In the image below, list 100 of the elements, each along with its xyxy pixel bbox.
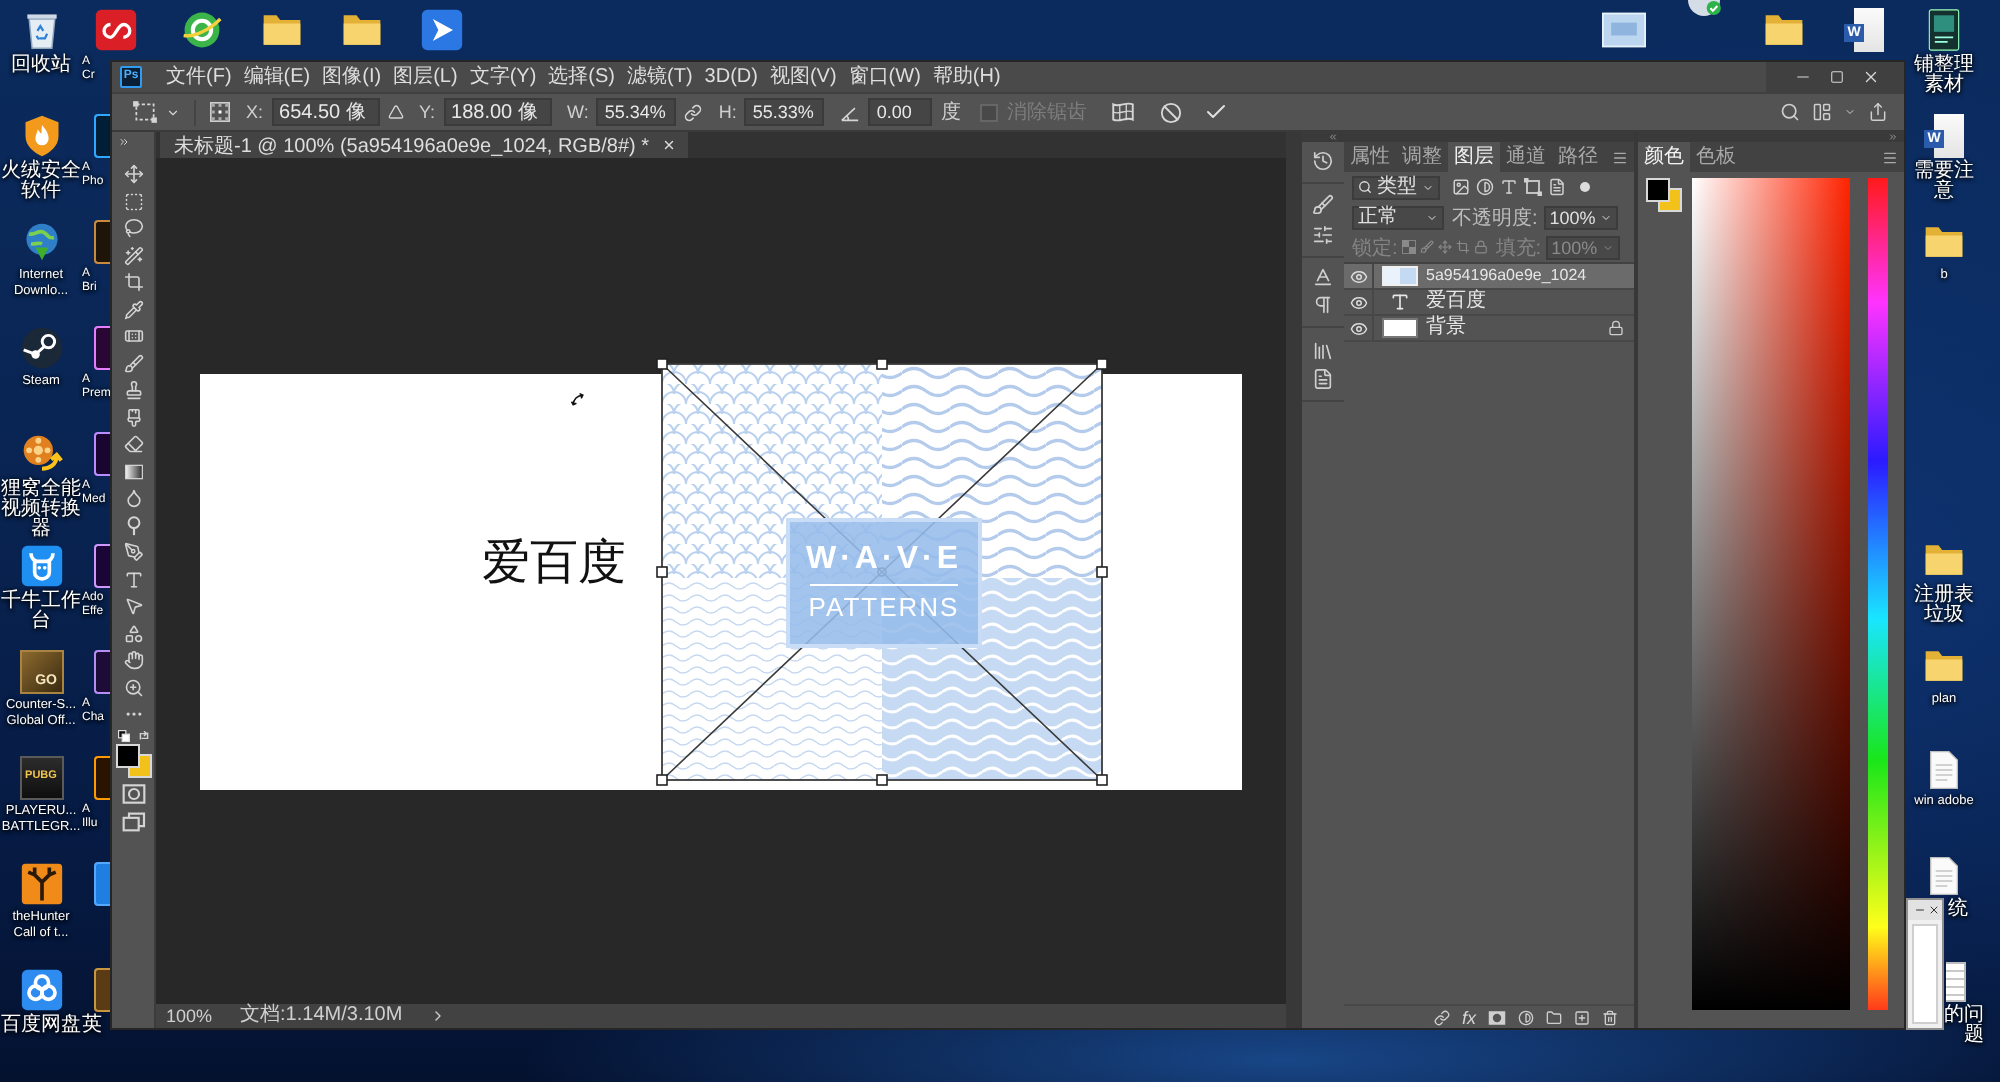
pipette-icon[interactable]: [123, 299, 143, 319]
zoom-in-icon[interactable]: [123, 677, 143, 697]
layer-row[interactable]: 背景: [1344, 316, 1634, 342]
library-icon[interactable]: [1312, 340, 1334, 362]
film-reel-icon[interactable]: [19, 432, 63, 476]
app-tile-icon[interactable]: [94, 326, 110, 370]
size-field[interactable]: 55.34%: [596, 98, 677, 126]
cancel-icon[interactable]: [1160, 101, 1183, 123]
lasso-icon[interactable]: [123, 218, 143, 238]
menu-icon[interactable]: [1612, 149, 1628, 165]
app-tile-icon[interactable]: [94, 432, 110, 476]
app-tile-icon[interactable]: [94, 862, 110, 906]
shortcut-label[interactable]: 统: [1948, 900, 1968, 920]
check-badge-icon[interactable]: [1682, 0, 1726, 16]
menu-item[interactable]: 帮助(H): [926, 62, 1007, 92]
panel-tab[interactable]: 属性: [1344, 142, 1396, 172]
panel-tab[interactable]: 通道: [1500, 142, 1552, 172]
hand-icon[interactable]: [123, 650, 143, 670]
mask-icon[interactable]: [1488, 1009, 1506, 1025]
menu-item[interactable]: 视图(V): [763, 62, 843, 92]
color-swatches-icon[interactable]: [115, 744, 151, 778]
brush-icon[interactable]: [123, 353, 143, 373]
stamp-icon[interactable]: [123, 380, 143, 400]
position-field[interactable]: 654.50 像: [271, 98, 380, 126]
pilcrow-icon[interactable]: [1312, 294, 1334, 316]
eye-icon[interactable]: [1349, 319, 1367, 337]
app-tile-icon[interactable]: [94, 756, 110, 800]
shortcut-label[interactable]: 百度网盘: [1, 1016, 81, 1036]
shapes-icon[interactable]: [123, 623, 143, 643]
menu-item[interactable]: 3D(D): [698, 62, 764, 92]
checkerboard-icon[interactable]: [1401, 240, 1416, 254]
reference-grid-icon[interactable]: [210, 102, 230, 122]
blend-mode-dropdown[interactable]: 正常: [1352, 205, 1444, 229]
type-icon[interactable]: [123, 569, 143, 589]
panel-tab[interactable]: 路径: [1552, 142, 1604, 172]
plus-square-icon[interactable]: [1574, 1009, 1590, 1025]
dashed-square-icon[interactable]: [123, 191, 143, 211]
folder-icon[interactable]: [1546, 1009, 1562, 1025]
commit-check-icon[interactable]: [1204, 100, 1229, 124]
dashed-frame-icon[interactable]: [132, 100, 158, 124]
document-icon[interactable]: [1924, 750, 1964, 790]
menu-item[interactable]: 图像(I): [316, 62, 388, 92]
half-circle-icon[interactable]: [1518, 1009, 1534, 1025]
shortcut-label[interactable]: 注册表垃圾: [1913, 586, 1975, 626]
maximize-icon[interactable]: [1830, 70, 1844, 84]
shortcut-label[interactable]: 狸窝全能视频转换器: [0, 480, 82, 540]
delta-icon[interactable]: [387, 104, 404, 120]
bandage-icon[interactable]: [123, 326, 143, 346]
quick-mask-icon[interactable]: [121, 784, 145, 804]
menu-item[interactable]: 窗口(W): [842, 62, 927, 92]
document-tab[interactable]: 未标题-1 @ 100% (5a954196a0e9e_1024, RGB/8#) *: [160, 132, 688, 158]
app-tile-icon[interactable]: [94, 544, 110, 588]
share-icon[interactable]: [1868, 102, 1888, 122]
shortcut-label[interactable]: 需要注意: [1913, 162, 1975, 202]
droplet-icon[interactable]: [123, 488, 143, 508]
app-tile-icon[interactable]: [94, 114, 110, 158]
shortcut-label[interactable]: 的问题: [1944, 1006, 1984, 1046]
app-tile-icon[interactable]: [94, 650, 110, 694]
color-swatches-icon[interactable]: [1646, 178, 1682, 212]
character-icon[interactable]: [1312, 266, 1334, 288]
sliders-icon[interactable]: [1312, 224, 1334, 246]
pen-nib-icon[interactable]: [123, 542, 143, 562]
menu-icon[interactable]: [1882, 149, 1898, 165]
brush-icon[interactable]: [1312, 194, 1334, 216]
eraser-icon[interactable]: [123, 434, 143, 454]
hue-spectrum-bar[interactable]: [1868, 178, 1888, 1010]
picture-icon[interactable]: [1452, 178, 1470, 196]
magic-wand-icon[interactable]: [123, 245, 143, 265]
eye-icon[interactable]: [1349, 293, 1367, 311]
crop-icon[interactable]: [123, 272, 143, 292]
menu-item[interactable]: 选择(S): [542, 62, 621, 92]
trash-icon[interactable]: [1602, 1009, 1618, 1025]
opacity-field[interactable]: 100%: [1543, 205, 1618, 229]
cursor-arrow-icon[interactable]: [123, 596, 143, 616]
menu-item[interactable]: 文字(Y): [463, 62, 543, 92]
paintbrush-icon[interactable]: [123, 407, 143, 427]
shortcut-label[interactable]: 千牛工作台: [0, 592, 82, 632]
shape-frame-icon[interactable]: [1524, 178, 1542, 196]
search-icon[interactable]: [1780, 102, 1800, 122]
app-tile-icon[interactable]: [94, 220, 110, 264]
layout-icon[interactable]: [1812, 102, 1832, 122]
app-tile-icon[interactable]: [420, 8, 464, 52]
panel-tab[interactable]: 调整: [1396, 142, 1448, 172]
warp-mesh-icon[interactable]: [1110, 100, 1137, 124]
menu-item[interactable]: 编辑(E): [237, 62, 317, 92]
color-field[interactable]: [1692, 178, 1850, 1010]
cloud-tile-icon[interactable]: [19, 968, 63, 1012]
close-icon[interactable]: [1928, 904, 1940, 916]
app-tile-icon[interactable]: [94, 968, 110, 1012]
panel-tab[interactable]: 图层: [1448, 142, 1500, 172]
screen-mode-icon[interactable]: [121, 812, 145, 832]
caret-icon[interactable]: [166, 105, 180, 119]
default-colors-icon[interactable]: [117, 730, 129, 742]
shortcut-label[interactable]: 火绒安全软件: [0, 162, 82, 202]
filter-dropdown[interactable]: 类型: [1352, 175, 1440, 199]
link-icon[interactable]: [684, 103, 703, 121]
angle-field[interactable]: 0.00: [868, 98, 933, 126]
layer-row[interactable]: 爱百度: [1344, 290, 1634, 316]
shortcut-label[interactable]: 英: [82, 1016, 102, 1036]
caret-icon[interactable]: [1844, 106, 1856, 118]
